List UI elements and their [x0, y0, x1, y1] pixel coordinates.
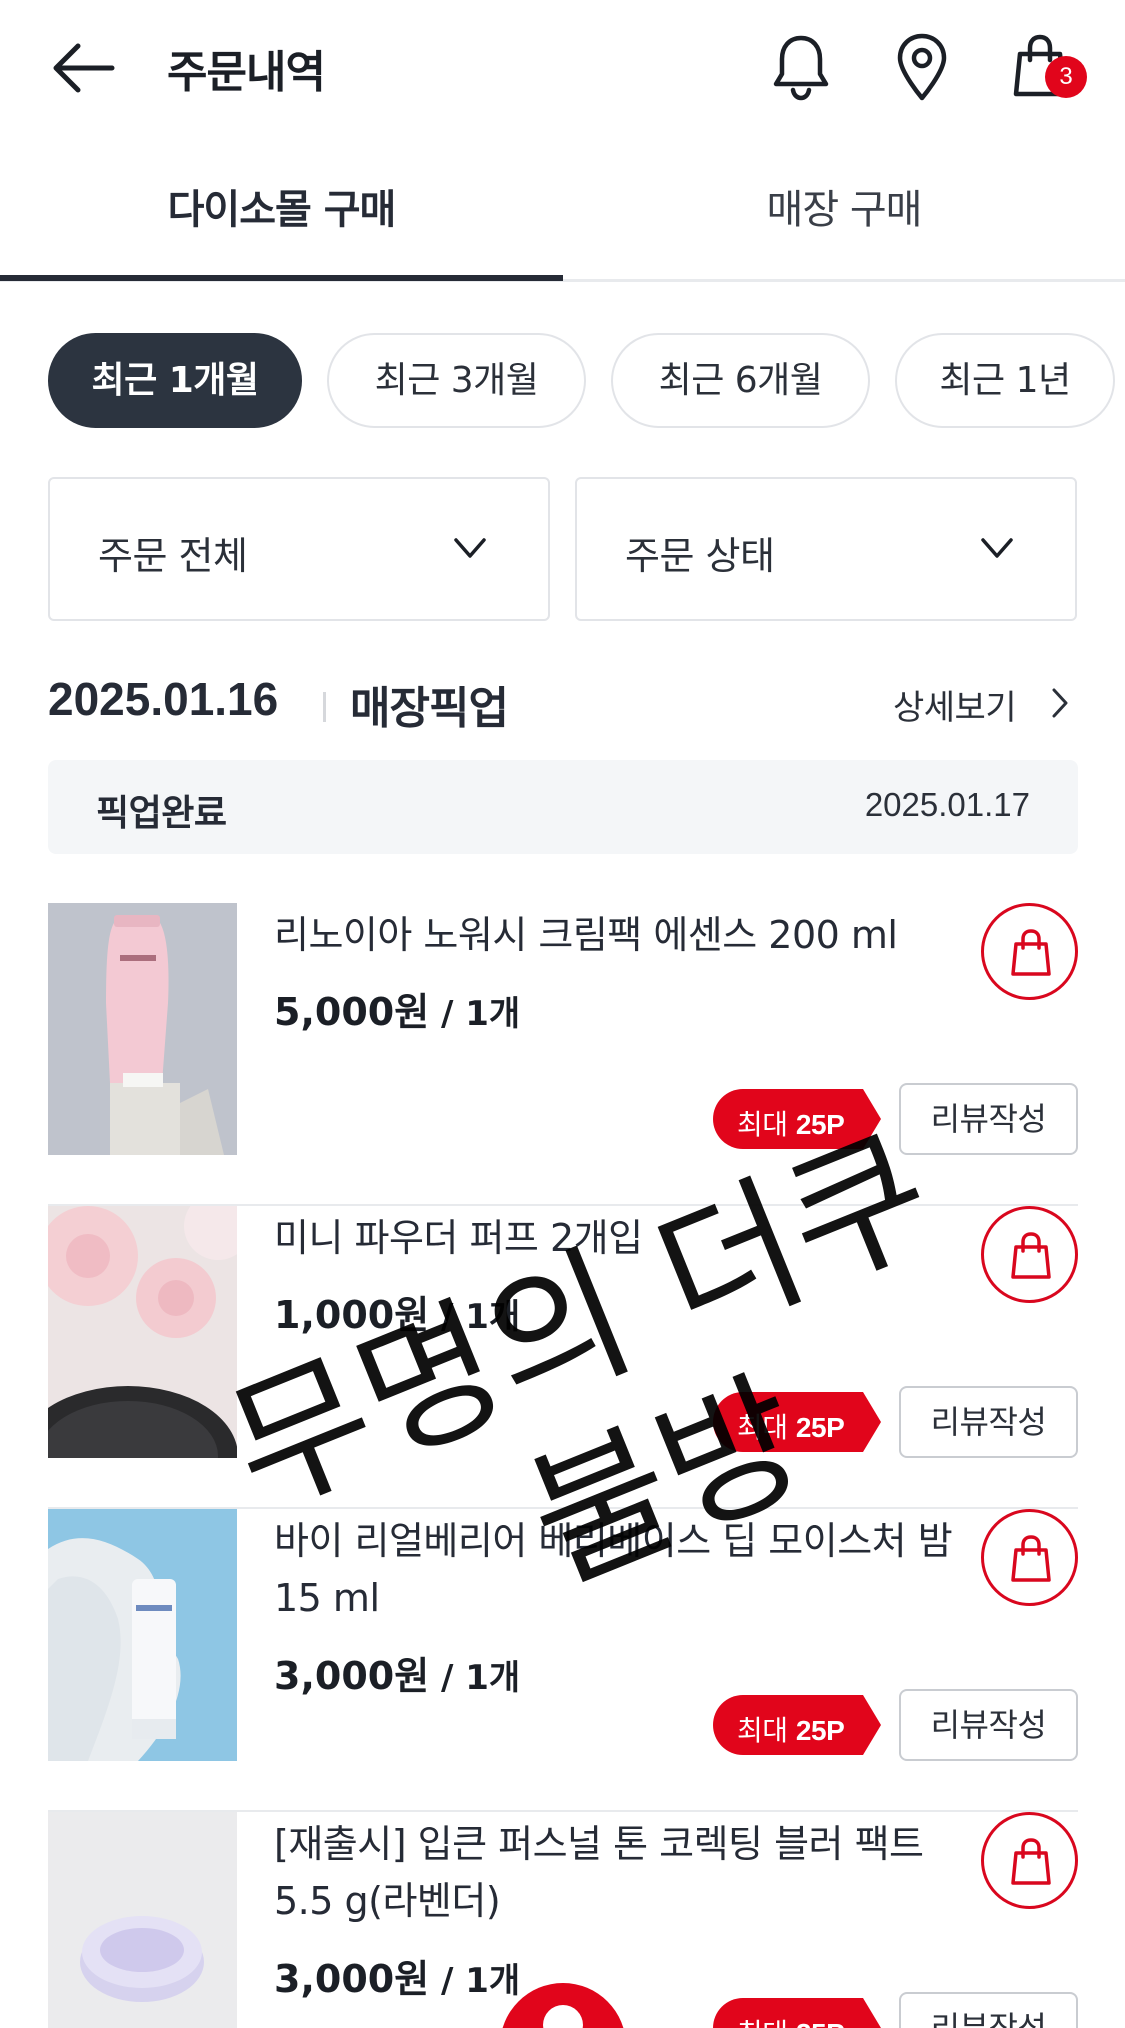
max-points-badge: 최대 25P [713, 1695, 883, 1755]
purchase-tabs: 다이소몰 구매 매장 구매 [0, 145, 1125, 282]
points-label: 최대 25P [737, 2012, 845, 2028]
order-item: 미니 파우더 퍼프 2개입 1,000원 / 1개 최대 25P 리뷰작성 [48, 1206, 1078, 1509]
product-price-line: 1,000원 / 1개 [274, 1284, 520, 1339]
points-label: 최대 25P [737, 1714, 845, 1747]
tab-daiso-mall[interactable]: 다이소몰 구매 [0, 177, 563, 235]
points-label: 최대 25P [737, 1411, 845, 1444]
write-review-button[interactable]: 리뷰작성 [899, 1689, 1078, 1761]
product-name[interactable]: 리노이아 노워시 크림팩 에센스 200 ml [274, 907, 964, 964]
product-quantity: / 1개 [429, 1297, 521, 1337]
write-review-button[interactable]: 리뷰작성 [899, 1386, 1078, 1458]
chevron-down-icon [454, 538, 486, 558]
shopping-bag-icon [1011, 1838, 1051, 1885]
order-item: 바이 리얼베리어 베리베이스 딥 모이스처 밤 15 ml 3,000원 / 1… [48, 1509, 1078, 1812]
write-review-button[interactable]: 리뷰작성 [899, 1083, 1078, 1155]
shopping-bag-icon [1011, 1232, 1051, 1279]
add-to-cart-button[interactable] [981, 903, 1078, 1000]
product-image[interactable] [48, 903, 237, 1155]
product-price: 1,000원 [274, 1293, 430, 1337]
product-image[interactable] [48, 1206, 237, 1458]
tab-store-purchase[interactable]: 매장 구매 [563, 177, 1125, 235]
chevron-down-icon [981, 538, 1013, 558]
chevron-right-icon[interactable] [1048, 686, 1072, 720]
chip-6-months[interactable]: 최근 6개월 [611, 333, 870, 428]
add-to-cart-button[interactable] [981, 1509, 1078, 1606]
bell-icon[interactable] [769, 32, 833, 102]
write-review-button[interactable]: 리뷰작성 [899, 1992, 1078, 2028]
shopping-bag-icon [1011, 1535, 1051, 1582]
product-image[interactable] [48, 1812, 237, 2028]
view-details-link[interactable]: 상세보기 [893, 680, 1017, 729]
location-pin-icon[interactable] [890, 32, 954, 102]
product-price: 3,000원 [274, 1654, 430, 1698]
chip-3-months[interactable]: 최근 3개월 [327, 333, 586, 428]
period-filter-chips: 최근 1개월 최근 3개월 최근 6개월 최근 1년 [48, 333, 1125, 429]
add-to-cart-button[interactable] [981, 1206, 1078, 1303]
product-price: 3,000원 [274, 1957, 430, 2001]
fab-icon [543, 2005, 583, 2028]
product-image[interactable] [48, 1509, 237, 1761]
page-title: 주문내역 [167, 47, 326, 98]
shopping-bag-icon [1011, 929, 1051, 976]
product-price-line: 3,000원 / 1개 [274, 1645, 520, 1700]
cart-count-badge: 3 [1045, 56, 1087, 98]
product-price-line: 3,000원 / 1개 [274, 1948, 520, 2003]
max-points-badge: 최대 25P [713, 1089, 883, 1149]
divider [323, 692, 326, 722]
add-to-cart-button[interactable] [981, 1812, 1078, 1909]
product-quantity: / 1개 [429, 1961, 521, 2001]
max-points-badge: 최대 25P [713, 1392, 883, 1452]
product-price: 5,000원 [274, 990, 430, 1034]
max-points-badge: 최대 25P [713, 1998, 883, 2028]
product-quantity: / 1개 [429, 994, 521, 1034]
order-date: 2025.01.16 [48, 673, 279, 725]
back-arrow-icon[interactable] [48, 40, 118, 96]
pickup-status: 픽업완료 [96, 793, 227, 834]
chip-1-month[interactable]: 최근 1개월 [48, 333, 302, 428]
order-status-select-value: 주문 상태 [625, 534, 775, 578]
order-header: 2025.01.16 매장픽업 상세보기 [48, 672, 1078, 736]
chip-1-year[interactable]: 최근 1년 [895, 333, 1115, 428]
active-tab-indicator [0, 275, 563, 281]
order-status-bar: 픽업완료 2025.01.17 [48, 760, 1078, 854]
product-quantity: / 1개 [429, 1658, 521, 1698]
order-item: 리노이아 노워시 크림팩 에센스 200 ml 5,000원 / 1개 최대 2… [48, 903, 1078, 1206]
points-label: 최대 25P [737, 1108, 845, 1141]
app-header: 주문내역 3 [0, 0, 1125, 135]
product-name[interactable]: 미니 파우더 퍼프 2개입 [274, 1210, 964, 1267]
order-status-select[interactable]: 주문 상태 [575, 477, 1077, 621]
product-name[interactable]: [재출시] 입큰 퍼스널 톤 코렉팅 블러 팩트 5.5 g(라벤더) [274, 1816, 964, 1930]
product-name[interactable]: 바이 리얼베리어 베리베이스 딥 모이스처 밤 15 ml [274, 1513, 964, 1627]
order-type-label: 매장픽업 [350, 683, 509, 734]
pickup-date: 2025.01.17 [864, 786, 1030, 823]
order-type-select-value: 주문 전체 [98, 534, 248, 578]
order-type-select[interactable]: 주문 전체 [48, 477, 550, 621]
product-price-line: 5,000원 / 1개 [274, 981, 520, 1036]
